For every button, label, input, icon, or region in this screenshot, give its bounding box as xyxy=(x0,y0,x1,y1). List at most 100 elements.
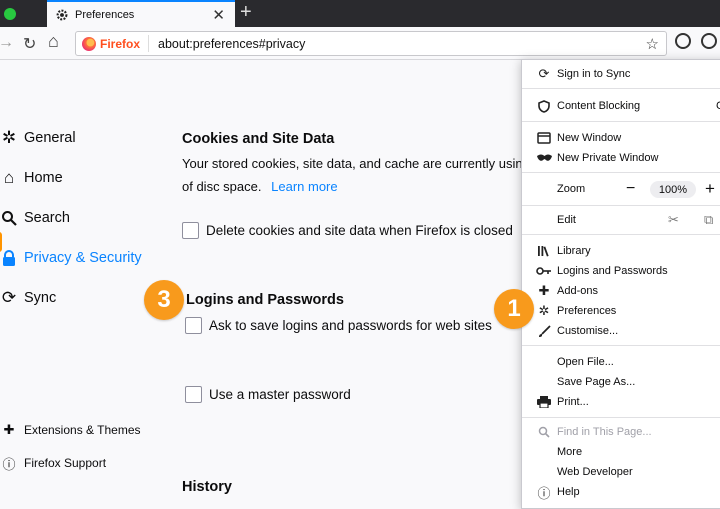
puzzle-icon: ✚ xyxy=(3,422,15,437)
menu-open-file[interactable]: Open File... xyxy=(522,352,720,372)
sidebar-item-label: Home xyxy=(24,170,63,186)
zoom-in-button[interactable]: + xyxy=(705,179,715,199)
account-icon[interactable] xyxy=(701,33,717,49)
sidebar-item-privacy[interactable]: Privacy & Security xyxy=(0,249,142,267)
menu-label: Help xyxy=(557,486,580,498)
sidebar-item-search[interactable]: Search xyxy=(0,209,70,227)
cookies-description: Your stored cookies, site data, and cach… xyxy=(182,156,523,171)
menu-label: Add-ons xyxy=(557,285,598,297)
menu-label: Web Developer xyxy=(557,466,633,478)
menu-label: Sign in to Sync xyxy=(557,68,631,80)
menu-separator xyxy=(522,172,720,173)
menu-preferences[interactable]: ✲ Preferences xyxy=(522,301,720,321)
menu-content-blocking[interactable]: Content Blocking C xyxy=(522,96,720,116)
sidebar-item-home[interactable]: ⌂ Home xyxy=(0,168,63,187)
menu-save-page[interactable]: Save Page As... xyxy=(522,372,720,392)
cookies-description-line2: of disc space. Learn more xyxy=(182,179,338,194)
tab-title: Preferences xyxy=(75,8,135,21)
menu-print[interactable]: Print... xyxy=(522,392,720,412)
private-mask-icon xyxy=(536,150,552,166)
nav-toolbar: → ↻ ⌂ Firefox about:preferences#privacy … xyxy=(0,27,720,60)
sidebar-item-label: General xyxy=(24,130,76,146)
menu-logins-passwords[interactable]: Logins and Passwords xyxy=(522,261,720,281)
menu-web-developer[interactable]: Web Developer xyxy=(522,462,720,482)
menu-edit-row: Edit ✂ ⧉ xyxy=(522,210,720,230)
title-bar: Preferences ✕ + xyxy=(0,0,720,27)
cookies-description-text: of disc space. xyxy=(182,179,262,194)
ask-save-logins-label: Ask to save logins and passwords for web… xyxy=(209,318,492,333)
menu-label: Library xyxy=(557,245,591,257)
library-icon xyxy=(536,243,552,259)
cut-icon[interactable]: ✂ xyxy=(668,212,679,228)
home-icon: ⌂ xyxy=(3,168,15,187)
gear-icon: ✲ xyxy=(538,303,550,318)
identity-label: Firefox xyxy=(100,36,141,51)
paintbrush-icon xyxy=(536,323,552,339)
menu-label: Find in This Page... xyxy=(557,426,652,438)
shield-icon xyxy=(536,98,552,114)
delete-cookies-label: Delete cookies and site data when Firefo… xyxy=(206,223,513,238)
menu-customise[interactable]: Customise... xyxy=(522,321,720,341)
menu-sign-in-sync[interactable]: ⟳ Sign in to Sync xyxy=(522,64,720,84)
menu-more[interactable]: More xyxy=(522,442,720,462)
window-zoom-button[interactable] xyxy=(4,8,16,20)
sidebar-item-sync[interactable]: ⟳ Sync xyxy=(0,288,57,307)
new-tab-button[interactable]: + xyxy=(240,1,252,24)
menu-trailing-label: C xyxy=(716,100,720,112)
menu-separator xyxy=(522,88,720,89)
logins-heading: Logins and Passwords xyxy=(186,292,344,308)
menu-new-private-window[interactable]: New Private Window xyxy=(522,148,720,168)
sync-icon: ⟳ xyxy=(538,66,550,81)
menu-library[interactable]: Library xyxy=(522,241,720,261)
learn-more-link[interactable]: Learn more xyxy=(271,179,337,194)
menu-label: New Window xyxy=(557,132,622,144)
printer-icon xyxy=(536,394,552,410)
menu-addons[interactable]: ✚ Add-ons xyxy=(522,281,720,301)
gear-icon: ✲ xyxy=(1,128,17,147)
forward-button[interactable]: → xyxy=(0,34,14,52)
sidebar-item-general[interactable]: ✲ General xyxy=(0,128,76,147)
home-button[interactable]: ⌂ xyxy=(48,31,59,52)
search-icon xyxy=(536,424,552,440)
window-icon xyxy=(536,130,552,146)
url-text[interactable]: about:preferences#privacy xyxy=(158,37,305,51)
lock-icon xyxy=(0,249,18,267)
menu-separator xyxy=(522,234,720,235)
key-icon xyxy=(536,263,552,279)
step-badge-3: 3 xyxy=(144,280,184,320)
search-icon xyxy=(0,209,18,227)
menu-separator xyxy=(522,205,720,206)
ask-save-logins-checkbox[interactable] xyxy=(185,317,202,334)
shield-icon[interactable] xyxy=(675,33,691,49)
copy-icon[interactable]: ⧉ xyxy=(704,212,713,228)
delete-cookies-checkbox[interactable] xyxy=(182,222,199,239)
url-bar[interactable]: Firefox about:preferences#privacy ☆ xyxy=(75,31,667,56)
zoom-out-button[interactable]: − xyxy=(626,180,635,198)
gear-icon xyxy=(56,9,68,20)
step-badge-1: 1 xyxy=(494,289,534,329)
menu-label: Print... xyxy=(557,396,589,408)
reload-button[interactable]: ↻ xyxy=(23,34,36,54)
master-password-label: Use a master password xyxy=(209,387,351,402)
tab-preferences[interactable]: Preferences ✕ xyxy=(47,0,235,27)
menu-find-in-page[interactable]: Find in This Page... xyxy=(522,422,720,442)
sidebar-item-extensions[interactable]: ✚ Extensions & Themes xyxy=(0,421,141,439)
menu-separator xyxy=(522,345,720,346)
zoom-reset-button[interactable]: 100% xyxy=(650,181,696,198)
firefox-logo-icon xyxy=(82,36,96,51)
app-menu-panel: ⟳ Sign in to Sync Content Blocking C New… xyxy=(521,59,720,509)
menu-label: Open File... xyxy=(557,356,614,368)
identity-box[interactable]: Firefox xyxy=(76,35,150,52)
sidebar-item-label: Firefox Support xyxy=(24,456,107,470)
menu-new-window[interactable]: New Window xyxy=(522,128,720,148)
master-password-checkbox[interactable] xyxy=(185,386,202,403)
sidebar-item-support[interactable]: ⓘ Firefox Support xyxy=(0,454,106,472)
tab-close-icon[interactable]: ✕ xyxy=(212,6,225,24)
menu-label: Content Blocking xyxy=(557,100,641,112)
menu-separator xyxy=(522,121,720,122)
history-heading: History xyxy=(182,479,232,495)
menu-help[interactable]: ⓘ Help xyxy=(522,482,720,502)
menu-label: Zoom xyxy=(557,183,586,195)
sidebar-item-label: Sync xyxy=(24,290,57,306)
bookmark-star-icon[interactable]: ☆ xyxy=(646,35,659,53)
